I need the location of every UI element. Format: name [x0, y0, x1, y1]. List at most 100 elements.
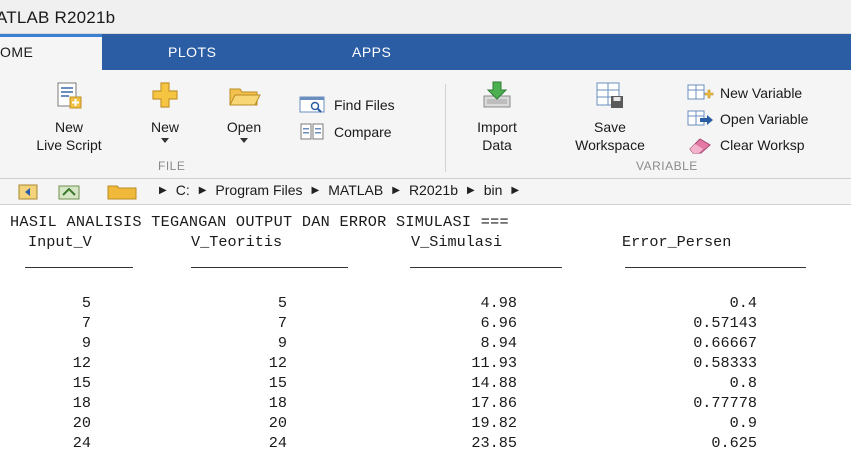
breadcrumb-arrow-icon: ▶	[198, 184, 207, 196]
new-live-script-label-1: New	[54, 119, 83, 135]
column-header-v-teoritis: V_Teoritis	[191, 233, 283, 251]
table-cell: 24	[268, 434, 287, 450]
table-cell: 18	[268, 394, 287, 412]
import-data-button[interactable]: Import Data	[454, 80, 540, 154]
table-cell: 5	[277, 294, 287, 312]
table-cell: 4.98	[480, 294, 517, 312]
table-cell: 17.86	[471, 394, 517, 412]
new-live-script-label-2: Live Script	[36, 137, 102, 153]
table-cell: 14.88	[471, 374, 517, 392]
new-live-script-button[interactable]: New Live Script	[14, 80, 124, 154]
breadcrumb-drive[interactable]: C:	[176, 182, 190, 198]
new-variable-label: New Variable	[720, 85, 803, 101]
column-underline	[25, 267, 133, 268]
table-cell: 24	[72, 434, 91, 450]
compare-label: Compare	[334, 124, 392, 140]
table-cell: 19.82	[471, 414, 517, 432]
breadcrumb-arrow-icon: ▶	[159, 184, 167, 196]
breadcrumb-arrow-icon: ▶	[311, 184, 320, 196]
table-cell: 18	[72, 394, 91, 412]
table-cell: 11.93	[471, 354, 517, 372]
import-data-label-1: Import	[477, 119, 517, 135]
command-window[interactable]: HASIL ANALISIS TEGANGAN OUTPUT DAN ERROR…	[0, 206, 851, 450]
column-underline	[625, 267, 806, 268]
column-underline	[191, 267, 348, 268]
open-variable-icon	[687, 110, 713, 126]
column-header-input-v: Input_V	[28, 233, 92, 251]
table-cell: 0.57143	[693, 314, 757, 332]
table-cell: 9	[277, 334, 287, 352]
folder-open-icon	[229, 88, 261, 106]
table-cell: 6.96	[480, 314, 517, 332]
compare-button[interactable]: Compare	[298, 122, 392, 142]
find-files-button[interactable]: Find Files	[298, 95, 395, 115]
open-variable-label: Open Variable	[720, 111, 809, 127]
table-cell: 20	[268, 414, 287, 432]
table-cell: 8.94	[480, 334, 517, 352]
breadcrumb-bin[interactable]: bin	[484, 182, 503, 198]
breadcrumb-arrow-icon: ▶	[466, 184, 475, 196]
table-cell: 7	[277, 314, 287, 332]
clear-workspace-label: Clear Worksp	[720, 137, 805, 153]
window-title: ATLAB R2021b	[0, 8, 116, 27]
variable-section-label: VARIABLE	[636, 159, 698, 173]
new-variable-icon	[687, 84, 714, 100]
new-button[interactable]: New	[140, 80, 190, 143]
current-folder-bar: ▶ C: ▶ Program Files ▶ MATLAB ▶ R2021b ▶…	[0, 179, 851, 205]
new-dropdown-caret[interactable]	[161, 138, 169, 143]
save-workspace-label-1: Save	[594, 119, 626, 135]
new-label: New	[150, 119, 179, 135]
breadcrumb-program-files[interactable]: Program Files	[215, 182, 302, 198]
table-cell: 12	[72, 354, 91, 372]
column-header-v-simulasi: V_Simulasi	[411, 233, 503, 251]
tab-home[interactable]: OME	[0, 34, 102, 70]
tab-apps[interactable]: APPS	[352, 34, 391, 70]
column-header-error-persen: Error_Persen	[622, 233, 732, 251]
browse-folder-icon[interactable]	[107, 183, 137, 201]
output-heading: HASIL ANALISIS TEGANGAN OUTPUT DAN ERROR…	[10, 213, 509, 231]
up-folder-icon[interactable]	[58, 183, 80, 201]
breadcrumb-r2021b[interactable]: R2021b	[409, 182, 458, 198]
open-dropdown-caret[interactable]	[240, 138, 248, 143]
open-button[interactable]: Open	[216, 80, 272, 143]
eraser-icon	[689, 138, 711, 154]
table-cell: 12	[268, 354, 287, 372]
file-section-label: FILE	[158, 159, 186, 173]
table-cell: 15	[268, 374, 287, 392]
clear-workspace-button[interactable]: Clear Worksp	[686, 135, 805, 155]
import-data-icon	[483, 81, 511, 108]
table-cell: 15	[72, 374, 91, 392]
live-script-icon	[57, 82, 82, 109]
back-folder-icon[interactable]	[18, 183, 38, 201]
title-bar: ATLAB R2021b	[0, 0, 851, 34]
tab-plots[interactable]: PLOTS	[168, 34, 216, 70]
breadcrumb-arrow-icon: ▶	[392, 184, 400, 196]
table-cell: 0.66667	[693, 334, 757, 352]
breadcrumb-arrow-icon: ▶	[511, 184, 520, 196]
breadcrumb-matlab[interactable]: MATLAB	[328, 182, 383, 198]
toolstrip-ribbon: New Live Script New Open Find Files Comp…	[0, 70, 851, 179]
table-cell: 0.8	[729, 374, 757, 392]
table-cell: 0.77778	[693, 394, 757, 412]
plus-icon	[152, 82, 178, 108]
save-workspace-icon	[596, 82, 623, 108]
new-variable-button[interactable]: New Variable	[686, 83, 802, 103]
table-cell: 9	[81, 334, 91, 352]
column-underline	[410, 267, 562, 268]
import-data-label-2: Data	[482, 137, 512, 153]
breadcrumb: ▶ C: ▶ Program Files ▶ MATLAB ▶ R2021b ▶…	[150, 182, 528, 198]
compare-icon	[300, 123, 324, 140]
find-files-icon	[299, 96, 325, 113]
open-label: Open	[226, 119, 262, 135]
find-files-label: Find Files	[334, 97, 395, 113]
table-cell: 20	[72, 414, 91, 432]
tab-strip: OME PLOTS APPS	[0, 34, 851, 70]
table-cell: 0.4	[729, 294, 757, 312]
table-cell: 0.9	[729, 414, 757, 432]
open-variable-button[interactable]: Open Variable	[686, 109, 808, 129]
section-divider	[445, 84, 446, 172]
table-cell: 7	[81, 314, 91, 332]
save-workspace-button[interactable]: Save Workspace	[550, 80, 670, 154]
save-workspace-label-2: Workspace	[575, 137, 645, 153]
table-cell: 5	[81, 294, 91, 312]
